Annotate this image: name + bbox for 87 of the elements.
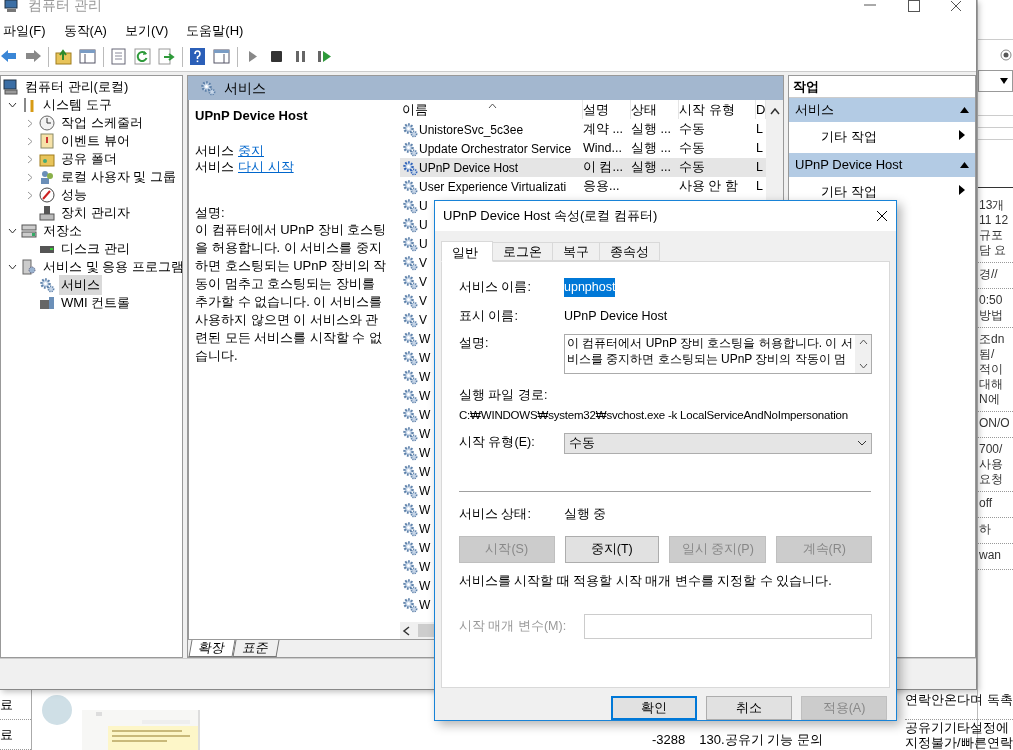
table-cell: 수동 <box>679 122 705 137</box>
note-text: 0:50 <box>978 293 1004 308</box>
service-name: UnistoreSvc_5c3ee <box>419 121 524 139</box>
service-name: W <box>419 349 431 367</box>
note-text: 700/ <box>978 442 1004 457</box>
table-cell: L <box>756 160 763 175</box>
field-label: 실행 파일 경로: <box>459 386 549 404</box>
section-title: 서비스 <box>795 101 834 120</box>
service-name: User Experience Virtualizati <box>419 178 567 196</box>
service-name: W <box>419 463 431 481</box>
table-cell: L <box>756 122 763 137</box>
table-cell: 수동 <box>679 160 705 175</box>
status-text: 료 <box>0 695 13 714</box>
ticket-title: 130.공유기 기능 문의 <box>699 731 823 749</box>
table-cell: Wind... <box>583 141 622 156</box>
service-name: UPnP Device Host <box>419 159 519 177</box>
action-label: 서비스 <box>195 142 234 159</box>
note-text: 방법 <box>978 308 1004 323</box>
service-name: V <box>419 254 427 272</box>
note-text: 요청 <box>978 472 1004 487</box>
service-name: W <box>419 368 431 386</box>
action-label: 서비스 <box>195 158 234 175</box>
service-name: W <box>419 406 431 424</box>
dialog-title: UPnP Device Host 속성(로컬 컴퓨터) <box>443 207 658 226</box>
note-text: 공유기기타설정에 <box>905 720 1010 735</box>
path-value: C:₩WINDOWS₩system32₩svchost.exe -k LocalServiceAndNoImpersonation <box>459 408 848 424</box>
service-status-value: 실행 중 <box>564 505 607 523</box>
window-title: 컴퓨터 관리 <box>28 0 102 15</box>
service-name: V <box>419 292 427 310</box>
table-cell: 실행 ... <box>631 122 671 137</box>
note-text: 조dn <box>978 332 1006 347</box>
service-name: W <box>419 539 431 557</box>
table-cell: 사용 안 함 <box>679 179 738 194</box>
service-name: W <box>419 330 431 348</box>
service-name: W <box>419 387 431 405</box>
service-name: U <box>419 235 428 253</box>
note-text: ON/O <box>978 416 1011 431</box>
service-name: W <box>419 501 431 519</box>
note-text: wan <box>978 548 1002 563</box>
note-text: 13개 <box>978 198 1006 213</box>
note-text: 규포 <box>978 228 1004 243</box>
note-text: 사용 <box>978 457 1004 472</box>
description-text: 이 컴퓨터에서 UPnP 장비 호스팅을 허용합니다. 이 서비스를 중지하면 호스팅되는 UPnP 장비의 작동이 멈추고 호스팅되는 장비를 추가할 수 없습니다. 이 서비스를 사용하지 않으면 이 서비스와 관련된 모든 서비스를 시작할 수 없습니다. <box>195 220 388 365</box>
service-name: W <box>419 520 431 538</box>
description-label: 설명: <box>195 204 226 221</box>
service-name: V <box>419 311 427 329</box>
table-cell: 실행 ... <box>631 160 671 175</box>
field-label: 시작 매개 변수(M): <box>459 618 568 636</box>
status-text: 료 <box>0 725 13 744</box>
note-text: N에 <box>978 392 1001 407</box>
table-cell: 수동 <box>679 141 705 156</box>
field-label: 설명: <box>459 334 490 352</box>
field-label: 서비스 이름: <box>459 279 532 296</box>
service-name: W <box>419 425 431 443</box>
table-cell: 응용... <box>583 179 620 194</box>
field-label: 표시 이름: <box>459 307 519 325</box>
ticket-number: -3288 <box>652 731 686 749</box>
display-name-value: UPnP Device Host <box>564 307 668 325</box>
service-name: W <box>419 577 431 595</box>
service-name: W <box>419 482 431 500</box>
note-text: 하 <box>978 522 992 537</box>
note-text: 적이 <box>978 362 1004 377</box>
field-label: 서비스 상태: <box>459 505 532 523</box>
note-text: 경// <box>978 267 999 282</box>
section-title: UPnP Device Host <box>795 156 903 175</box>
note-text: off <box>978 496 994 511</box>
table-cell: L <box>756 179 763 194</box>
note-text: 됨/ <box>978 347 996 362</box>
service-name: U <box>419 216 428 234</box>
table-cell: 이 컴... <box>583 160 623 175</box>
note-text: 대해 <box>978 377 1004 392</box>
note-text: 담 요 <box>978 243 1008 258</box>
panel-title: 서비스 <box>224 78 266 98</box>
hint-text: 서비스를 시작할 때 적용할 시작 매개 변수를 지정할 수 있습니다. <box>459 573 833 591</box>
service-name: W <box>419 444 431 462</box>
table-cell: 계약 ... <box>583 122 623 137</box>
field-label: 시작 유형(E): <box>459 433 536 451</box>
service-name: W <box>419 558 431 576</box>
service-title: UPnP Device Host <box>195 107 309 125</box>
service-name: V <box>419 273 427 291</box>
service-name: Update Orchestrator Service <box>419 140 572 158</box>
table-cell: L <box>756 141 763 156</box>
note-text: 11 12 <box>978 213 1010 228</box>
service-name: U <box>419 197 428 215</box>
service-name: W <box>419 596 431 614</box>
table-cell: 실행 ... <box>631 141 671 156</box>
note-text: 지정불가/빠른연락 <box>905 735 1013 750</box>
